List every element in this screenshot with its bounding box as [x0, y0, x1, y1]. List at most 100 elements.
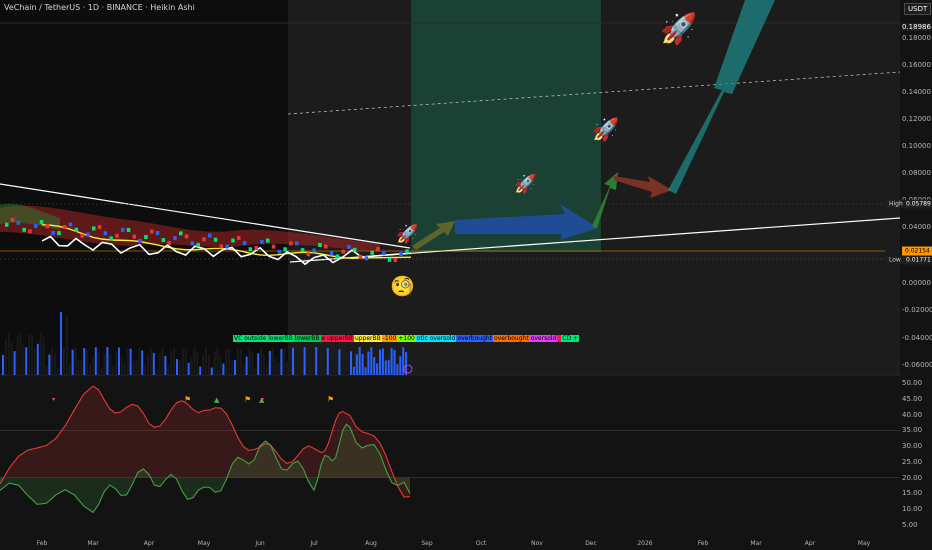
time-tick-label: Sep — [421, 540, 433, 547]
oscillator-tick-label: 40.00 — [902, 410, 923, 419]
candle — [382, 251, 386, 256]
oscillator-tick-label: 15.00 — [902, 489, 923, 498]
volume-bar — [286, 361, 289, 375]
volume-bar — [399, 356, 402, 375]
candle — [68, 222, 73, 227]
time-tick-label: Aug — [365, 540, 377, 547]
volume-bar — [170, 350, 173, 375]
oscillator-series — [0, 385, 411, 514]
volume-bar — [176, 359, 178, 375]
oscillator-tick-label: 30.00 — [902, 442, 923, 451]
price-tick-label: 0.14000 — [902, 88, 931, 96]
volume-bar — [164, 355, 167, 375]
volume-bar — [364, 367, 367, 375]
volume-bar — [4, 338, 7, 375]
volume-bar — [274, 358, 277, 375]
candle — [86, 232, 90, 237]
volume-bar — [335, 348, 338, 375]
volume-bar — [254, 367, 257, 375]
legend-item: +100 — [397, 335, 416, 342]
volume-bar — [196, 351, 199, 375]
candle — [109, 236, 113, 241]
legend-item: oversold — [529, 335, 558, 342]
volume-bar — [381, 348, 384, 375]
legend-item: -100 — [381, 335, 398, 342]
candle — [225, 244, 229, 249]
volume-bar — [318, 355, 321, 375]
volume-bar — [129, 348, 132, 375]
volume-bar — [193, 347, 196, 375]
candle — [219, 244, 224, 249]
currency-button[interactable]: USDT — [904, 3, 932, 15]
volume-bar — [132, 361, 135, 375]
candle — [161, 238, 166, 243]
volume-bar — [297, 365, 300, 375]
volume-bar — [245, 356, 248, 375]
high-value: 0.05789 — [903, 199, 932, 209]
price-tick-label: 0.04000 — [902, 223, 931, 231]
candle — [184, 234, 189, 239]
legend-item: e upperBB — [320, 335, 354, 342]
volume-bar — [147, 355, 149, 375]
candle — [289, 241, 293, 246]
candle — [74, 227, 79, 232]
legend-item: CD + — [561, 335, 580, 342]
candle — [295, 241, 299, 246]
volume-bar — [106, 347, 109, 375]
volume-bar — [306, 352, 309, 375]
volume-bar — [190, 357, 193, 375]
candle — [173, 236, 177, 241]
candle — [341, 249, 345, 254]
volume-bar — [283, 348, 286, 375]
volume-bar — [213, 351, 216, 375]
volume-bar — [234, 359, 236, 375]
volume-bar — [225, 349, 228, 375]
legend-item: lowerBB — [293, 335, 321, 342]
candle — [254, 245, 258, 250]
volume-bar — [300, 355, 303, 375]
volume-bar — [68, 363, 71, 375]
rocket-icon: 🚀 — [396, 224, 419, 245]
volume-bar — [294, 350, 297, 375]
oscillator-tick-label: 35.00 — [902, 426, 923, 435]
candle — [103, 231, 108, 236]
volume-bar — [396, 364, 399, 375]
time-tick-label: Apr — [143, 540, 155, 547]
volume-bar — [239, 349, 242, 375]
price-tick-label: 0.18986 — [902, 23, 931, 31]
time-tick-label: Jun — [255, 540, 265, 547]
candle — [179, 231, 183, 236]
volume-bar — [315, 347, 318, 375]
volume-bar — [25, 347, 28, 375]
volume-bar — [376, 363, 379, 375]
volume-bar — [112, 366, 115, 375]
volume-bar — [402, 347, 405, 375]
candle — [16, 220, 21, 225]
flag-marker: ⚑ — [184, 395, 191, 404]
candle — [300, 248, 305, 253]
volume-bar — [329, 359, 332, 375]
volume-bar — [228, 348, 231, 375]
candle — [393, 257, 398, 262]
volume-bar — [74, 348, 77, 375]
candle — [34, 223, 38, 228]
low-label: Low — [886, 255, 904, 265]
volume-bar — [268, 350, 271, 375]
volume-bar — [77, 360, 80, 375]
candle — [80, 233, 84, 238]
volume-bar — [123, 362, 126, 375]
candle — [22, 227, 26, 232]
oscillator-tick-label: 5.00 — [902, 521, 918, 529]
volume-bar — [312, 352, 315, 375]
time-axis[interactable] — [0, 538, 932, 550]
time-tick-label: Nov — [531, 540, 543, 547]
candle — [208, 233, 212, 238]
volume-bar — [118, 347, 120, 375]
volume-bar — [158, 352, 161, 375]
candle — [376, 247, 380, 252]
candle — [115, 233, 119, 238]
volume-bar — [161, 347, 164, 375]
volume-bar — [257, 353, 260, 375]
candle — [202, 237, 206, 242]
candle — [306, 252, 311, 257]
